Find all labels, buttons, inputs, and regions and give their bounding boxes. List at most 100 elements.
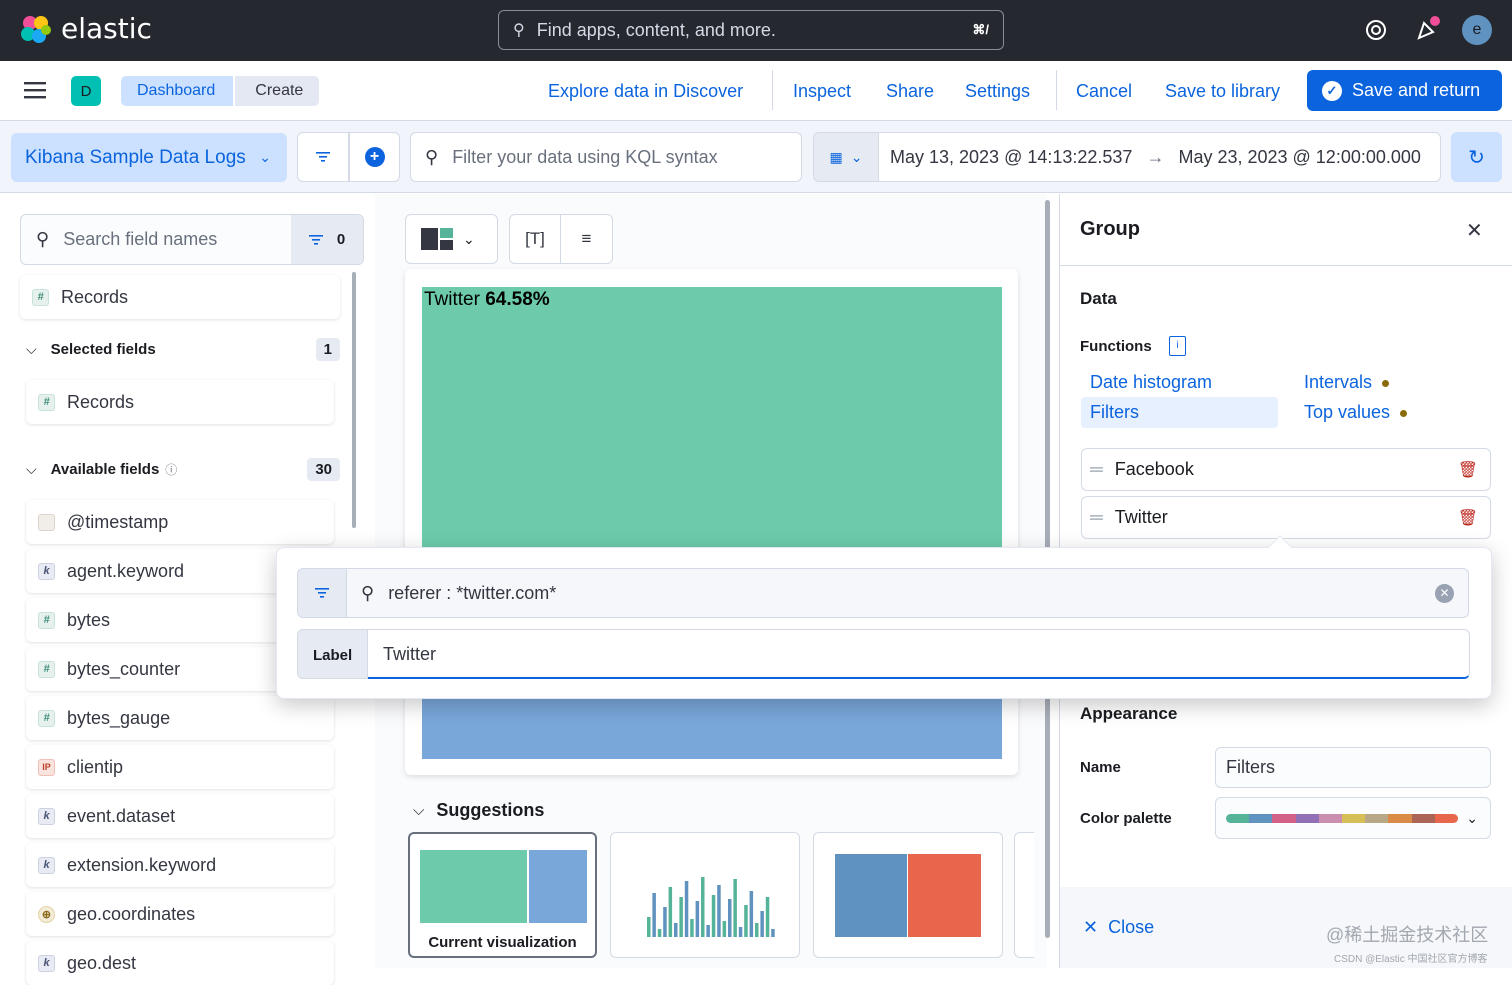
- suggestion-thumb-c: [835, 854, 907, 937]
- field-item[interactable]: ⊕ geo.coordinates: [26, 892, 334, 936]
- date-start[interactable]: May 13, 2023 @ 14:13:22.537: [890, 147, 1132, 168]
- help-icon[interactable]: [1364, 18, 1388, 42]
- breadcrumb-create: Create: [235, 76, 320, 106]
- text-settings-icon[interactable]: [T]: [510, 215, 562, 263]
- filter-item-twitter[interactable]: ═ Twitter 🗑: [1081, 496, 1491, 539]
- chart-type-switcher[interactable]: ⌄: [405, 214, 498, 264]
- watermark-primary: @稀土掘金技术社区: [1326, 925, 1489, 945]
- field-list-scrollbar[interactable]: [352, 272, 356, 528]
- available-fields-header[interactable]: ⌵ Available fields ⓘ 30: [26, 456, 340, 482]
- suggestion-bar: [733, 879, 737, 937]
- selected-count-badge: 1: [315, 337, 340, 361]
- kql-search-input[interactable]: ⚲ Filter your data using KQL syntax: [410, 132, 802, 182]
- selected-field-records[interactable]: # Records: [26, 380, 334, 424]
- chevron-down-icon: ⌵: [26, 460, 37, 477]
- cancel-button[interactable]: Cancel: [1076, 81, 1132, 102]
- field-item-label: extension.keyword: [67, 854, 217, 875]
- treemap-chart: [422, 287, 1002, 759]
- space-letter: D: [80, 82, 92, 100]
- function-intervals[interactable]: Intervals: [1304, 372, 1390, 393]
- filter-count: 0: [336, 231, 346, 248]
- palette-color: [1365, 813, 1389, 823]
- palette-color: [1342, 813, 1366, 823]
- settings-button[interactable]: Settings: [965, 81, 1030, 102]
- news-feed-icon[interactable]: [1414, 16, 1440, 42]
- function-filters[interactable]: Filters: [1081, 397, 1278, 428]
- palette-color: [1434, 813, 1458, 823]
- query-language-button[interactable]: [297, 568, 347, 618]
- field-item[interactable]: k event.dataset: [26, 794, 334, 838]
- suggestion-current[interactable]: Current visualization: [408, 832, 597, 958]
- search-icon: ⚲: [425, 146, 439, 167]
- keyword-type-icon: k: [38, 562, 55, 580]
- field-item-label: geo.coordinates: [67, 903, 196, 924]
- suggestion-partial[interactable]: [1014, 832, 1034, 958]
- palette-color: [1318, 813, 1343, 823]
- clear-icon[interactable]: ✕: [1435, 583, 1454, 603]
- suggestion-bar: [668, 887, 673, 937]
- add-filter-button[interactable]: +: [349, 132, 400, 182]
- avatar[interactable]: e: [1462, 15, 1492, 45]
- function-date-histogram[interactable]: Date histogram: [1090, 372, 1212, 393]
- color-palette-select[interactable]: ⌄: [1215, 797, 1491, 839]
- filter-menu-button[interactable]: [297, 132, 349, 182]
- palette-color: [1295, 813, 1319, 823]
- breadcrumb-dashboard[interactable]: Dashboard: [121, 76, 234, 106]
- chart-panel: Twitter 64.58%: [405, 269, 1018, 775]
- brand-name[interactable]: elastic: [61, 12, 152, 45]
- field-type-filter-button[interactable]: 0: [291, 215, 363, 264]
- filter-item-facebook[interactable]: ═ Facebook 🗑: [1081, 448, 1491, 491]
- suggestion-bar: [738, 927, 743, 937]
- elastic-logo-icon[interactable]: [19, 14, 53, 46]
- filter-label-input[interactable]: Twitter: [368, 629, 1470, 679]
- explore-discover-link[interactable]: Explore data in Discover: [548, 81, 743, 102]
- suggestions-header[interactable]: ⌵ Suggestions: [413, 800, 544, 821]
- suggestion-treemap-alt[interactable]: [813, 832, 1003, 958]
- field-item[interactable]: k geo.dest: [26, 941, 334, 985]
- avatar-letter: e: [1472, 21, 1482, 38]
- records-label: Records: [61, 286, 129, 307]
- divider: [772, 70, 773, 110]
- field-item[interactable]: IP clientip: [26, 745, 334, 789]
- drag-handle-icon[interactable]: ═: [1090, 507, 1103, 528]
- legend-settings-icon[interactable]: ≡: [561, 215, 612, 263]
- filter-query-input[interactable]: ⚲ referer : *twitter.com* ✕: [347, 568, 1469, 618]
- close-icon[interactable]: ✕: [1466, 218, 1483, 243]
- trash-icon[interactable]: 🗑: [1458, 508, 1478, 528]
- suggestion-bar: [695, 901, 700, 937]
- suggestion-bar: [652, 893, 656, 937]
- global-search-input[interactable]: ⚲ Find apps, content, and more. ⌘/: [498, 10, 1004, 50]
- chevron-down-icon: ⌵: [26, 340, 37, 357]
- share-button[interactable]: Share: [886, 81, 934, 102]
- space-avatar[interactable]: D: [71, 76, 101, 106]
- search-icon: ⚲: [513, 22, 525, 39]
- inspect-button[interactable]: Inspect: [793, 81, 851, 102]
- date-end[interactable]: May 23, 2023 @ 12:00:00.000: [1178, 147, 1420, 168]
- refresh-button[interactable]: ↻: [1451, 132, 1502, 182]
- function-top-values[interactable]: Top values: [1304, 402, 1408, 423]
- suggestion-bar-chart[interactable]: [610, 832, 800, 958]
- date-quick-select[interactable]: ▦ ⌄: [813, 132, 879, 182]
- suggestion-bar: [663, 907, 667, 937]
- name-input[interactable]: Filters: [1215, 747, 1491, 788]
- save-to-library-button[interactable]: Save to library: [1165, 81, 1280, 102]
- menu-icon[interactable]: [24, 80, 46, 100]
- date-range-picker[interactable]: May 13, 2023 @ 14:13:22.537 → May 23, 20…: [879, 132, 1441, 182]
- selected-fields-header[interactable]: ⌵ Selected fields 1: [26, 336, 340, 362]
- trash-icon[interactable]: 🗑: [1458, 460, 1478, 480]
- field-item[interactable]: k extension.keyword: [26, 843, 334, 887]
- save-and-return-button[interactable]: ✓ Save and return: [1307, 70, 1502, 111]
- number-type-icon: #: [38, 709, 55, 727]
- data-view-picker[interactable]: Kibana Sample Data Logs ⌄: [11, 133, 287, 182]
- drag-handle-icon[interactable]: ═: [1090, 459, 1103, 480]
- filter-item-label: Twitter: [1114, 507, 1168, 527]
- refresh-icon: ↻: [1468, 146, 1485, 169]
- documentation-icon[interactable]: i: [1169, 336, 1186, 356]
- suggestion-bar: [728, 899, 732, 937]
- filter-icon: [308, 234, 323, 245]
- close-flyout-button[interactable]: ✕ Close: [1083, 917, 1154, 938]
- records-field[interactable]: # Records: [20, 275, 340, 319]
- field-item[interactable]: @timestamp: [26, 500, 334, 544]
- info-icon: ⓘ: [165, 462, 178, 477]
- field-item[interactable]: # bytes_gauge: [26, 696, 334, 740]
